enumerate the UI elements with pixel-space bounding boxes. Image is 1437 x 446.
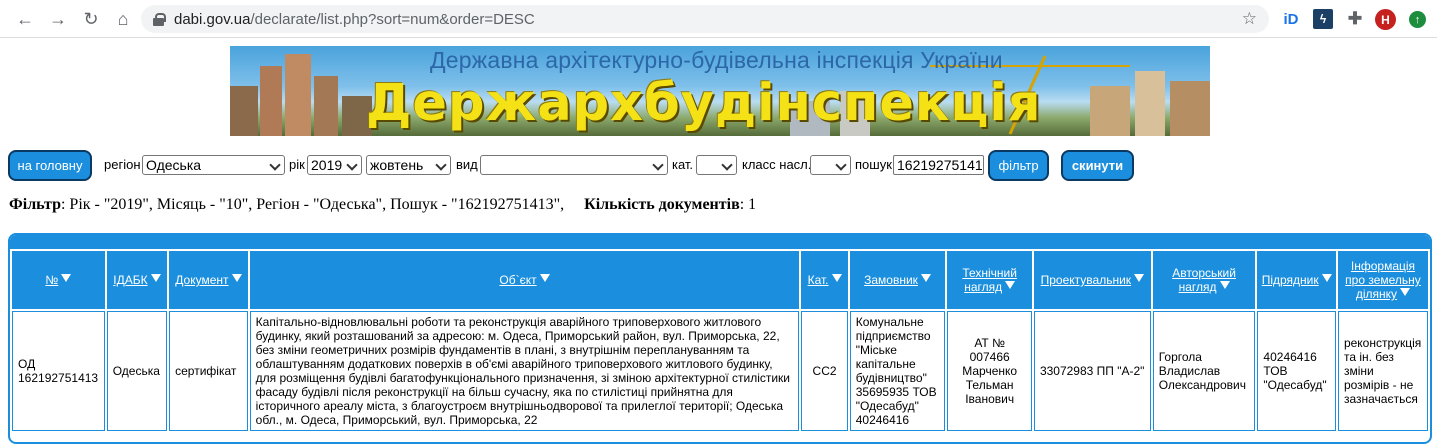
sort-down-icon[interactable]	[1219, 281, 1230, 289]
sort-down-icon[interactable]	[920, 274, 931, 282]
cell-contractor: 40246416 ТОВ "Одесабуд"	[1257, 311, 1336, 431]
class-label: класс насл.	[742, 157, 812, 172]
region-select[interactable]: Одеська	[142, 155, 285, 175]
header-contractor[interactable]: Підрядник	[1257, 251, 1336, 309]
header-author-supervision[interactable]: Авторський нагляд	[1152, 251, 1256, 309]
id-extension-icon[interactable]: iD	[1281, 9, 1301, 29]
address-url: dabi.gov.ua/declarate/list.php?sort=num&…	[174, 10, 535, 28]
reload-icon[interactable]: ↻	[77, 5, 105, 33]
results-table: № ІДАБК Документ Об`єкт Кат. Замовник Те…	[10, 249, 1430, 433]
sort-down-icon[interactable]	[61, 274, 72, 282]
region-label: регіон	[104, 157, 141, 172]
back-arrow-icon[interactable]: ←	[11, 5, 39, 33]
table-header-row: № ІДАБК Документ Об`єкт Кат. Замовник Те…	[12, 251, 1428, 309]
year-select[interactable]: 2019	[307, 155, 362, 175]
category-select[interactable]	[696, 155, 737, 175]
header-designer-link[interactable]: Проектувальник	[1041, 273, 1131, 287]
month-select[interactable]: жовтень	[366, 155, 451, 175]
table-top-bar	[10, 235, 1430, 249]
address-bar[interactable]: dabi.gov.ua/declarate/list.php?sort=num&…	[141, 5, 1269, 33]
header-contractor-link[interactable]: Підрядник	[1262, 273, 1319, 287]
header-land-info[interactable]: Інформація про земельну ділянку	[1337, 251, 1428, 309]
filter-summary-label: Фільтр	[9, 196, 61, 213]
header-idabk-link[interactable]: ІДАБК	[113, 273, 147, 287]
filter-summary-text: : Рік - "2019", Місяць - "10", Регіон - …	[60, 196, 565, 213]
search-label: пошук	[855, 157, 892, 172]
banner-title: Держархбудінспекція України	[366, 74, 1042, 136]
header-idabk[interactable]: ІДАБК	[106, 251, 168, 309]
header-num[interactable]: №	[12, 251, 105, 309]
update-arrow-icon[interactable]: ↑	[1409, 11, 1426, 28]
type-select[interactable]	[480, 155, 668, 175]
browser-toolbar: ← → ↻ ⌂ dabi.gov.ua/declarate/list.php?s…	[0, 0, 1437, 38]
cell-idabk: Одеська	[106, 311, 168, 431]
header-object[interactable]: Об`єкт	[249, 251, 800, 309]
header-tech-supervision[interactable]: Технічний нагляд	[947, 251, 1032, 309]
type-label: вид	[456, 157, 478, 172]
sort-down-icon[interactable]	[1005, 281, 1016, 289]
header-num-link[interactable]: №	[45, 273, 58, 287]
header-tech-supervision-link[interactable]: Технічний нагляд	[962, 266, 1017, 294]
table-row: ОД 162192751413 Одеська сертифікат Капіт…	[12, 311, 1428, 431]
cell-num: ОД 162192751413	[12, 311, 105, 431]
header-document[interactable]: Документ	[169, 251, 248, 309]
banner-subtitle: Державна архітектурно-будівельна інспекц…	[430, 47, 1003, 73]
header-object-link[interactable]: Об`єкт	[499, 273, 536, 287]
document-count-label: Кількість документів	[584, 196, 740, 213]
profile-avatar[interactable]: H	[1375, 9, 1396, 30]
site-banner: Державна архітектурно-будівельна інспекц…	[230, 46, 1210, 136]
cell-tech-supervision: АТ № 007466 Марченко Тельман Іванович	[947, 311, 1032, 431]
cell-category: СС2	[801, 311, 848, 431]
results-table-container: № ІДАБК Документ Об`єкт Кат. Замовник Те…	[8, 233, 1432, 444]
sort-down-icon[interactable]	[539, 274, 550, 282]
bolt-extension-icon[interactable]: ϟ	[1313, 9, 1333, 29]
header-customer-link[interactable]: Замовник	[864, 273, 918, 287]
header-customer[interactable]: Замовник	[849, 251, 946, 309]
header-document-link[interactable]: Документ	[175, 273, 228, 287]
extensions-puzzle-icon[interactable]: ✚	[1345, 9, 1365, 29]
sort-down-icon[interactable]	[1134, 274, 1145, 282]
header-designer[interactable]: Проектувальник	[1033, 251, 1151, 309]
sort-down-icon[interactable]	[150, 274, 161, 282]
sort-down-icon[interactable]	[1400, 288, 1411, 296]
filter-button[interactable]: фільтр	[988, 150, 1049, 181]
cell-customer: Комунальне підприємство "Міське капіталь…	[849, 311, 946, 431]
cell-designer: 33072983 ПП "А-2"	[1033, 311, 1151, 431]
header-category-link[interactable]: Кат.	[808, 273, 829, 287]
home-button[interactable]: на головну	[8, 150, 92, 181]
lock-icon	[153, 12, 166, 26]
header-author-supervision-link[interactable]: Авторський нагляд	[1172, 266, 1236, 294]
filter-summary: Фільтр: Рік - "2019", Місяць - "10", Рег…	[9, 196, 756, 214]
document-count-value: : 1	[739, 196, 757, 213]
sort-down-icon[interactable]	[231, 274, 242, 282]
cell-land-info: реконструкція та ін. без зміни розмірів …	[1337, 311, 1428, 431]
forward-arrow-icon[interactable]: →	[44, 5, 72, 33]
reset-button[interactable]: скинути	[1061, 150, 1134, 181]
sort-down-icon[interactable]	[1321, 274, 1332, 282]
year-label: рік	[289, 157, 305, 172]
home-icon[interactable]: ⌂	[109, 5, 137, 33]
cell-document: сертифікат	[169, 311, 248, 431]
cell-author-supervision: Горгола Владислав Олександрович	[1152, 311, 1256, 431]
cell-object: Капітально-відновлювальні роботи та реко…	[249, 311, 800, 431]
class-select[interactable]	[810, 155, 851, 175]
sort-down-icon[interactable]	[831, 274, 842, 282]
bookmark-star-icon[interactable]: ☆	[1242, 9, 1257, 29]
header-category[interactable]: Кат.	[801, 251, 848, 309]
category-label: кат.	[672, 157, 694, 172]
search-input[interactable]: 16219275141	[893, 155, 984, 175]
